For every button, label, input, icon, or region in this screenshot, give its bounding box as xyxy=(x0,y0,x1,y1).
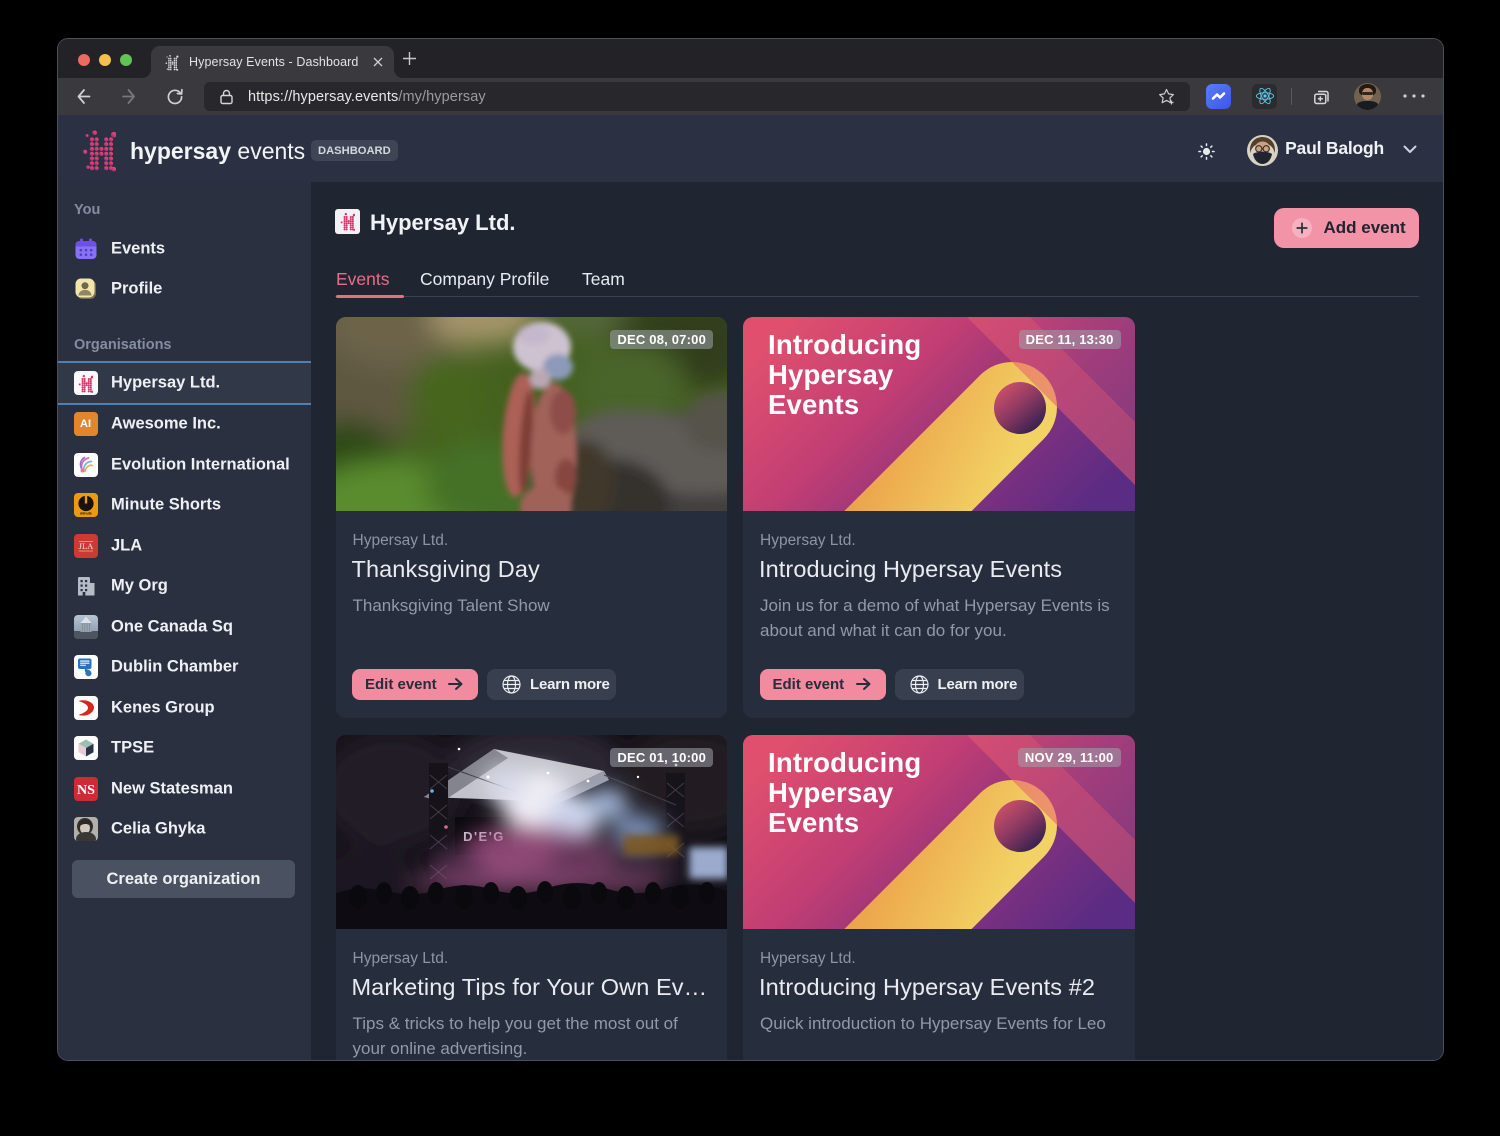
svg-text:JLA: JLA xyxy=(78,541,94,551)
svg-text:NS: NS xyxy=(77,783,95,798)
svg-text:minute: minute xyxy=(80,512,92,516)
